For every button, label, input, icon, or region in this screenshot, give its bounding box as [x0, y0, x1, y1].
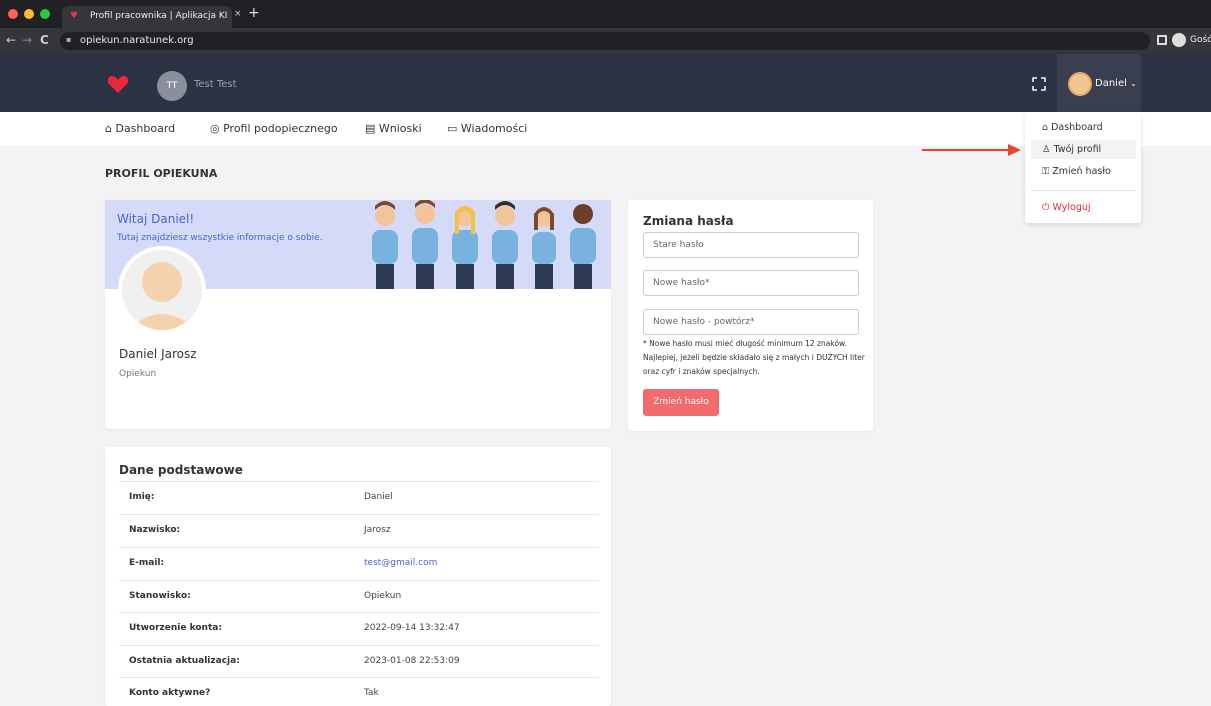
row-label: Stanowisko: — [129, 591, 191, 601]
row-label: E-mail: — [129, 558, 165, 568]
table-row: Utworzenie konta: 2022-09-14 13:32:47 — [119, 612, 599, 645]
new-tab-button[interactable]: + — [248, 5, 260, 21]
basic-data-title: Dane podstawowe — [119, 463, 243, 477]
row-label: Nazwisko: — [129, 525, 181, 535]
key-icon: ⚿ — [1042, 166, 1050, 177]
nav-wiadomosci[interactable]: ▭ Wiadomości — [447, 122, 527, 135]
profile-role: Opiekun — [119, 369, 157, 379]
dropdown-item-wyloguj[interactable]: ⏻ Wyloguj — [1042, 202, 1091, 213]
user-avatar[interactable] — [1068, 72, 1092, 96]
user-name[interactable]: Daniel ⌄ — [1095, 78, 1137, 89]
nav-profil-podopiecznego[interactable]: ◎ Profil podopiecznego — [210, 122, 338, 135]
fullscreen-icon[interactable] — [1032, 77, 1046, 91]
email-link[interactable]: test@gmail.com — [364, 558, 437, 568]
reload-icon[interactable]: C — [40, 33, 49, 47]
url-field[interactable] — [60, 32, 1150, 50]
lock-icon: ▪ — [66, 35, 72, 44]
welcome-heading: Witaj Daniel! — [117, 212, 195, 226]
tab-title: Profil pracownika | Aplikacja KI — [90, 11, 228, 21]
tab-close-icon[interactable]: × — [234, 9, 242, 19]
page-title: PROFIL OPIEKUNA — [105, 167, 218, 180]
org-name[interactable]: Test Test — [194, 79, 237, 90]
home-icon: ⌂ — [1042, 122, 1049, 133]
dropdown-divider — [1031, 190, 1136, 191]
chevron-down-icon: ⌄ — [1130, 79, 1137, 88]
repeat-password-input[interactable]: Nowe hasło - powtórz* — [643, 309, 859, 335]
profile-name: Daniel Jarosz — [119, 347, 197, 361]
row-value: Opiekun — [364, 591, 402, 601]
message-icon: ▭ — [447, 122, 458, 135]
old-password-input[interactable]: Stare hasło — [643, 232, 859, 258]
password-change-title: Zmiana hasła — [643, 214, 734, 228]
row-label: Ostatnia aktualizacja: — [129, 656, 240, 666]
dropdown-item-zmien-haslo[interactable]: ⚿ Zmień hasło — [1042, 166, 1111, 177]
power-icon: ⏻ — [1042, 202, 1050, 213]
table-row: Ostatnia aktualizacja: 2023-01-08 22:53:0… — [119, 645, 599, 678]
table-row: Nazwisko: Jarosz — [119, 514, 599, 547]
forward-icon[interactable]: → — [22, 33, 32, 47]
row-label: Konto aktywne? — [129, 688, 211, 698]
window-maximize-button[interactable] — [40, 9, 50, 19]
document-icon: ▤ — [365, 122, 376, 135]
row-value: Jarosz — [364, 525, 391, 535]
window-minimize-button[interactable] — [24, 9, 34, 19]
logo-heart-icon[interactable] — [106, 72, 130, 96]
change-password-button[interactable]: Zmień hasło — [643, 389, 719, 416]
table-row: E-mail: test@gmail.com — [119, 547, 599, 580]
nav-dashboard[interactable]: ⌂ Dashboard — [105, 122, 175, 135]
row-value: Tak — [364, 688, 379, 698]
annotation-arrow-icon — [922, 144, 1021, 156]
nav-wnioski[interactable]: ▤ Wnioski — [365, 122, 422, 135]
dropdown-item-twoj-profil[interactable]: ♙ Twój profil — [1042, 144, 1101, 155]
table-row: Stanowisko: Opiekun — [119, 580, 599, 613]
profile-avatar — [118, 246, 206, 334]
table-row: Konto aktywne? Tak — [119, 677, 599, 706]
row-label: Utworzenie konta: — [129, 623, 222, 633]
guest-label[interactable]: Gość — [1190, 35, 1211, 45]
dropdown-item-dashboard[interactable]: ⌂ Dashboard — [1042, 122, 1103, 133]
back-icon[interactable]: ← — [6, 33, 16, 47]
url-text: opiekun.naratunek.org — [80, 35, 194, 46]
window-close-button[interactable] — [8, 9, 18, 19]
profile-circle-icon: ◎ — [210, 122, 220, 135]
new-password-input[interactable]: Nowe hasło* — [643, 270, 859, 296]
browser-tab[interactable]: Profil pracownika | Aplikacja KI — [62, 6, 232, 28]
profile-icon[interactable] — [1172, 33, 1186, 47]
row-value: 2023-01-08 22:53:09 — [364, 656, 460, 666]
sidebar-toggle-icon[interactable] — [1157, 35, 1167, 45]
tab-favicon-icon: ♥ — [70, 11, 79, 21]
org-avatar[interactable]: TT — [157, 71, 187, 101]
row-value: Daniel — [364, 492, 393, 502]
home-icon: ⌂ — [105, 122, 112, 135]
row-label: Imię: — [129, 492, 155, 502]
password-requirements-note: * Nowe hasło musi mieć długość minimum 1… — [643, 339, 865, 376]
team-illustration — [372, 200, 596, 289]
user-icon: ♙ — [1042, 144, 1051, 155]
row-value: 2022-09-14 13:32:47 — [364, 623, 460, 633]
welcome-subtitle: Tutaj znajdziesz wszystkie informacje o … — [117, 233, 323, 243]
table-row: Imię: Daniel — [119, 481, 599, 514]
